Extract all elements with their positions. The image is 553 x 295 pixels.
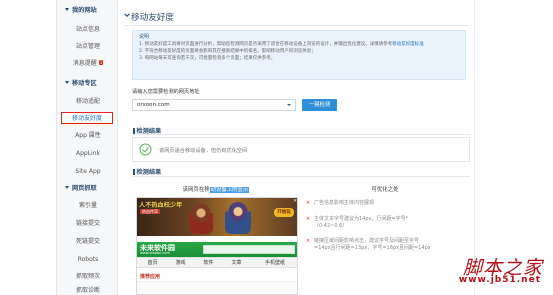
url-label: 请输入您需要检测的网页地址 [132,89,200,95]
expand-triangle-icon [65,81,69,84]
check-button[interactable]: 一键检测 [302,99,337,111]
sidebar-item-site-info[interactable]: 站点信息 [57,24,119,36]
issues-column-header: 可优化之处 [371,187,399,193]
sidebar-section-crawl[interactable]: 网页抓取 [57,183,119,195]
sidebar-item-applink[interactable]: AppLink [57,148,119,160]
url-input[interactable]: orsoon.com [132,99,296,111]
cross-icon: × [306,238,311,244]
preview-recommend-tag: 推荐应用 [140,274,161,280]
banner-title: 人不热血枉少年 [139,202,183,209]
main-content: 移动友好度 说明 1. 移动友好度工具将对页面进行分析，帮助您检测网页是否采用了… [124,0,474,295]
dropdown-caret-icon[interactable] [287,104,291,106]
result-box: 该网页适合移动设备，但仍有优化空间 [132,137,470,162]
banner-character-image [189,204,213,234]
preview-ad-strip [203,245,295,254]
site-logo: 未来软件园 www.orsoon.com [140,244,175,255]
description-line: 1. 移动友好度工具将对页面进行分析，帮助您检测网页是否采用了适合在移动设备上浏… [139,42,424,47]
issue-item: × 广告信息影响主体内容展现 [306,200,375,206]
preview-nav: 首页 游戏 软件 文章 手机壁纸 [137,257,297,268]
section-divider [132,134,470,135]
section-divider [132,176,470,177]
sidebar-section-mobile[interactable]: 移动专区 [57,78,119,90]
standard-link[interactable]: 移动友好度标准 [392,42,424,47]
sidebar-item-app-attr[interactable]: App 属性 [57,130,119,142]
description-line: 2. 不符合移动友好度的页面将会影响其在搜索结果中的排名，影响移动用户的浏览体验… [139,49,316,54]
sidebar-item-link-submit[interactable]: 链接提交 [57,218,119,230]
sidebar-section-my-sites[interactable]: 我的网站 [57,5,119,17]
watermark-url: www.jb51.net [458,275,541,285]
sidebar-item-site-manage[interactable]: 站点管理 [57,41,119,53]
sidebar-item-deadlink-submit[interactable]: 死链提交 [57,236,119,248]
expand-triangle-icon [65,186,69,189]
preview-nav-item: 游戏 [175,260,186,266]
close-icon: ✕ [293,199,297,204]
preview-column-header: 该网页在移动设备上的显示 [182,187,250,193]
banner-play-button: 开始玩 [274,208,294,217]
sidebar-item-site-app[interactable]: Site App [57,166,119,178]
section-bar-icon [133,169,135,175]
preview-game-banner: 人不热血枉少年 热血传奇 开始玩 ✕ [137,198,297,236]
check-circle-icon [139,143,152,156]
result-text: 该网页适合移动设备，但仍有优化空间 [159,148,248,154]
sidebar-item-mobile-friendly[interactable]: 移动友好度 [61,112,113,124]
title-divider [124,25,468,26]
message-count-badge: 1 [98,60,104,65]
preview-site-header: 未来软件园 www.orsoon.com [137,242,297,257]
detail-section-title: 检测结果 [133,167,161,176]
preview-nav-item: 手机壁纸 [264,260,285,266]
sidebar-item-index[interactable]: 索引量 [57,200,119,212]
banner-character-image [225,202,251,234]
chevron-down-icon [124,13,130,18]
sidebar-item-crawl-diagnose[interactable]: 抓取诊断 [57,285,119,295]
content-right-border [474,0,475,295]
cross-icon: × [306,200,311,206]
preview-nav-item: 首页 [147,260,158,266]
banner-subtitle: 热血传奇 [140,209,160,214]
description-box: 说明 1. 移动友好度工具将对页面进行分析，帮助您检测网页是否采用了适合在移动设… [132,30,466,80]
issue-item: × 主体文本字号建议为14px，行间距=字号*（0.42~0.6） [306,216,409,229]
sidebar-item-crawl-frequency[interactable]: 抓取频次 [57,271,119,283]
cross-icon: × [306,216,311,222]
preview-nav-item: 文章 [231,260,242,266]
sidebar: 我的网站 站点信息 站点管理 消息提醒 1 移动专区 移动适配 移动友好度 App… [56,0,118,295]
description-line: 3. 每网站每天可查询若干次，可批量检测多个页面；结果仅供参考。 [139,56,276,61]
description-heading: 说明 [139,34,150,40]
issue-item: × 链接区域间距影响点击，建议字号及间距至字号=14px且行间距=13px，字号=… [306,238,431,251]
sidebar-item-mobile-adapt[interactable]: 移动适配 [57,96,119,108]
page-title: 移动友好度 [131,13,174,23]
mobile-preview-screenshot: 人不热血枉少年 热血传奇 开始玩 ✕ 未来软件园 www.orsoon.com 首… [136,197,298,295]
expand-triangle-icon [65,8,69,11]
preview-recommend-row [137,281,297,294]
preview-nav-item: 软件 [203,260,214,266]
sidebar-item-messages[interactable]: 消息提醒 1 [57,58,119,70]
sidebar-item-robots[interactable]: Robots [57,254,119,266]
